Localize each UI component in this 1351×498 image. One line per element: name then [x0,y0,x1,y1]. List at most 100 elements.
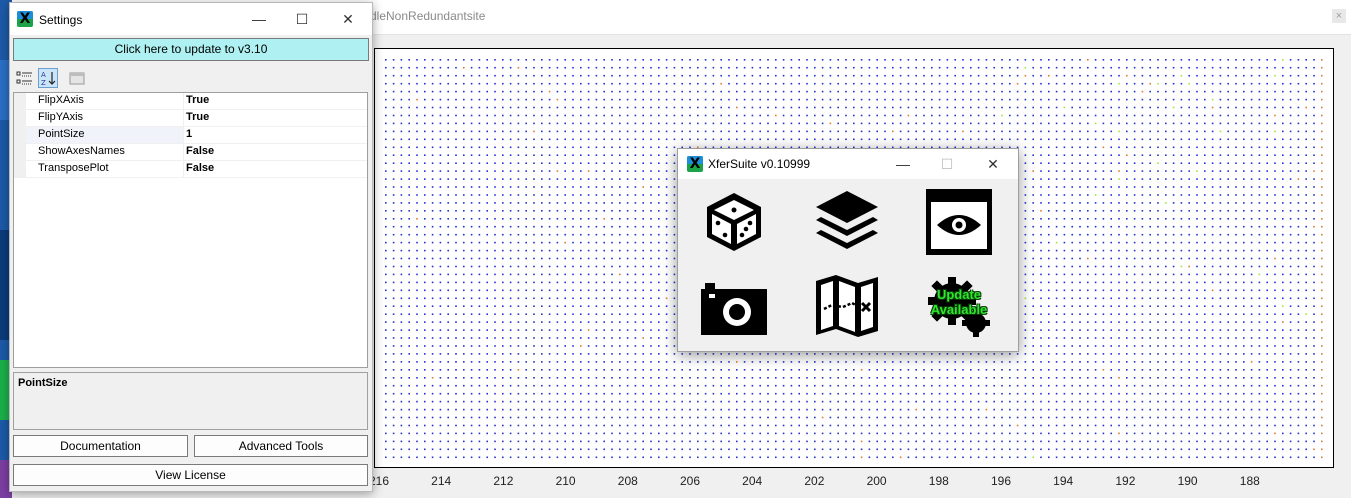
plot-point [1211,249,1214,252]
plot-point [447,361,449,363]
plot-point [673,186,676,188]
plot-point [1297,329,1300,331]
plot-point [533,345,535,347]
plot-point [525,122,527,125]
plot-point [525,154,527,156]
plot-point [385,249,387,252]
plot-point [1001,138,1003,141]
plot-point [400,257,403,260]
plot-point [1063,321,1066,323]
plot-point [1040,313,1042,315]
plot-point [775,98,777,101]
plot-point [1165,361,1167,363]
plot-point [1227,130,1229,133]
plot-point [494,241,496,244]
plot-point [1157,361,1159,363]
plot-point [1250,265,1253,268]
plot-point [502,281,504,284]
plot-point [1282,257,1284,260]
plot-point [1297,114,1300,117]
plot-point [626,178,629,180]
plot-point [1289,146,1292,149]
plot-point [728,353,730,355]
plot-point [587,178,590,180]
plot-point [642,66,644,69]
plot-point [845,377,847,379]
plot-point [1180,90,1183,93]
plot-point [1165,345,1167,347]
plot-point [595,289,598,292]
plot-point [1094,122,1097,125]
plot-point [821,377,824,379]
plot-point [1250,289,1253,292]
plot-point [611,138,613,141]
plot-close-button[interactable]: × [1332,9,1346,23]
plot-point [439,66,442,69]
plot-point [1172,281,1175,284]
plot-point [1032,66,1034,69]
plot-point [829,130,832,133]
plot-point [486,122,488,125]
plot-point [876,66,878,69]
plot-point [860,90,863,93]
plot-point [923,369,925,371]
plot-point [416,233,418,236]
plot-point [1094,218,1097,220]
plot-point [665,194,668,196]
plot-point [985,114,988,117]
plot-point [1227,313,1229,315]
plot-point [798,106,800,109]
plot-point [1274,130,1276,133]
plot-point [1024,114,1027,117]
plot-point [478,337,481,339]
plot-point [564,337,566,339]
plot-point [1149,210,1151,212]
plot-point [1040,345,1042,347]
plot-point [548,305,551,307]
plot-point [408,178,410,180]
plot-point [751,114,754,117]
plot-point [775,59,777,61]
plot-point [408,257,410,260]
plot-point [1071,210,1073,212]
plot-point [478,106,481,109]
plot-point [447,345,449,347]
plot-point [1094,98,1097,101]
plot-point [470,249,473,252]
plot-point [447,384,449,387]
plot-point [1204,369,1206,371]
plot-point [548,98,551,101]
plot-point [408,138,410,141]
plot-point [884,98,886,101]
plot-point [1071,218,1073,220]
plot-point [400,321,403,323]
plot-point [533,218,535,220]
plot-point [1126,353,1128,355]
plot-point [1274,146,1276,149]
plot-point [665,130,668,133]
plot-point [876,122,878,125]
plot-point [1063,186,1066,188]
plot-point [806,82,808,85]
plot-point [1172,114,1175,117]
plot-point [541,313,543,315]
plot-point [1024,281,1027,284]
plot-point [463,90,465,93]
plot-point [1321,186,1323,188]
plot-point [1063,162,1066,164]
plot-point [1188,162,1190,164]
plot-point [486,114,488,117]
plot-point [556,106,559,109]
plot-point [946,59,949,61]
plot-point [1282,186,1284,188]
plot-point [673,202,676,204]
plot-point [1289,257,1292,260]
plot-point [1289,313,1292,315]
plot-point [509,361,512,363]
plot-point [533,353,535,355]
plot-point [1235,74,1237,77]
plot-point [424,241,426,244]
plot-point [385,114,387,117]
plot-point [868,114,871,117]
plot-point [595,329,598,331]
